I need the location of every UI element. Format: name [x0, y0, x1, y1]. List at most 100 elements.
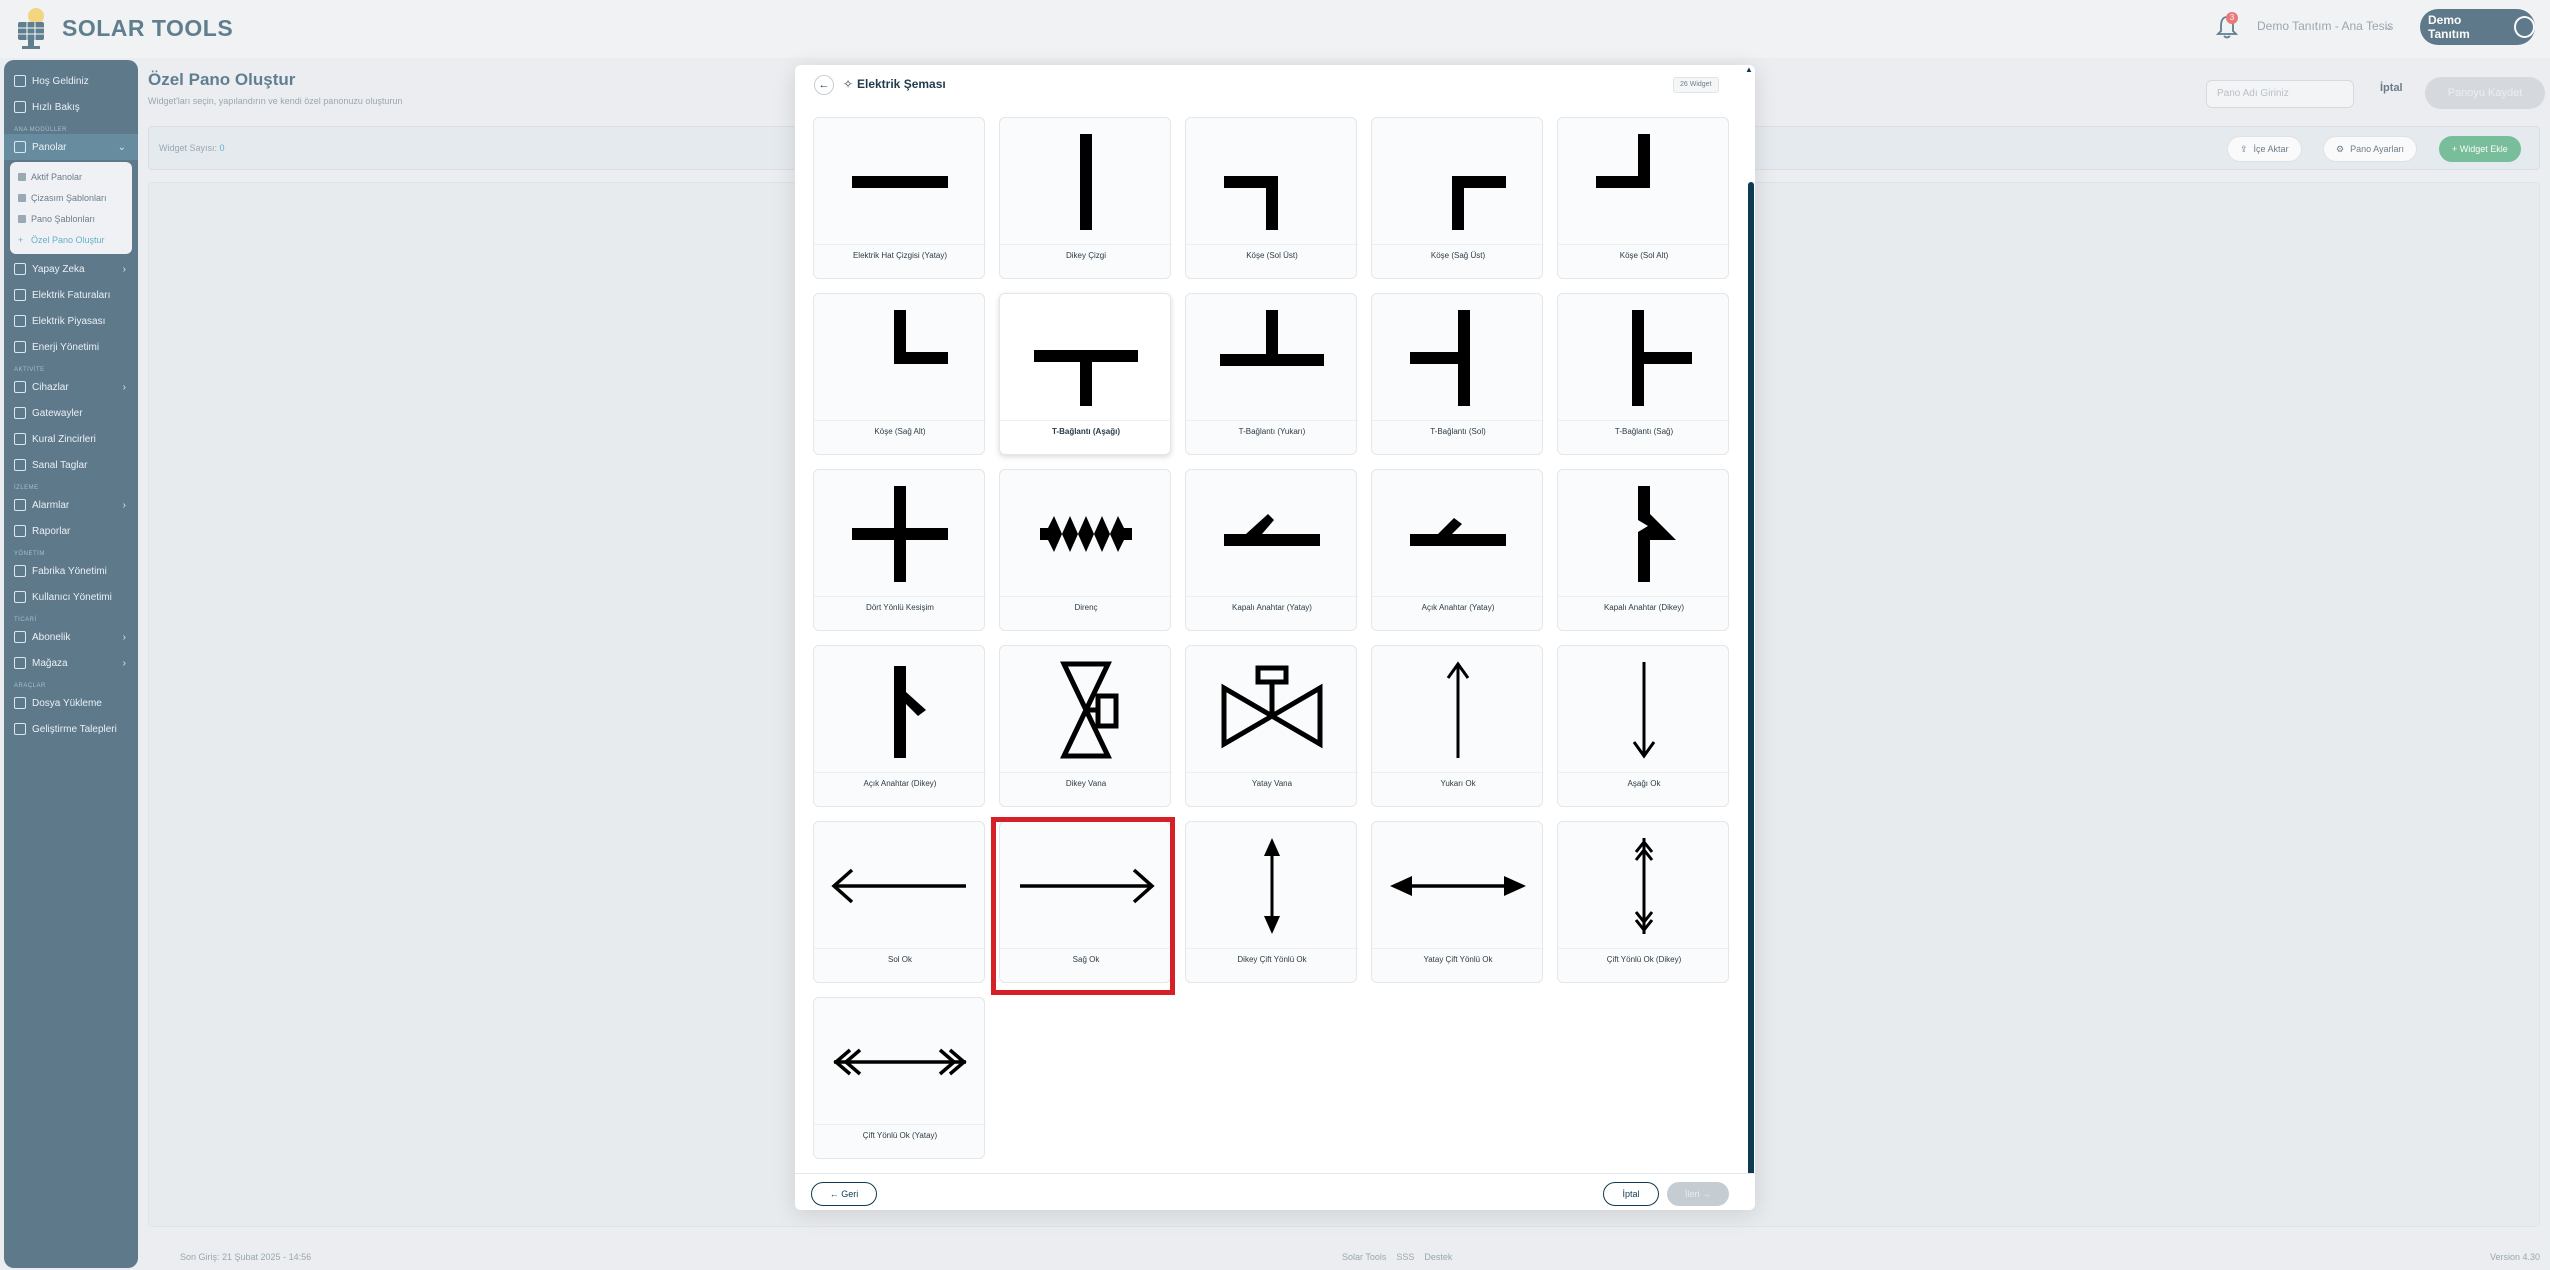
- widget-card-t-right[interactable]: T-Bağlantı (Sağ): [1557, 293, 1730, 455]
- widget-count-badge: 26 Widget: [1673, 77, 1719, 93]
- card-divider: [1000, 244, 1172, 245]
- card-divider: [814, 244, 986, 245]
- card-divider: [1000, 596, 1172, 597]
- card-divider: [1372, 772, 1544, 773]
- widget-card-corner-bottom-left[interactable]: Köşe (Sol Alt): [1557, 117, 1730, 279]
- widget-card-label: Köşe (Sağ Alt): [874, 427, 926, 436]
- widget-card-valve-h[interactable]: Yatay Vana: [1185, 645, 1358, 807]
- card-divider: [1372, 596, 1544, 597]
- valve-v-icon: [1060, 661, 1119, 759]
- scroll-up-icon[interactable]: ▲: [1745, 65, 1753, 74]
- card-divider: [1558, 420, 1730, 421]
- widget-card-arrow-both-v[interactable]: Dikey Çift Yönlü Ok: [1185, 821, 1358, 983]
- corner-bottom-left-icon: [1596, 134, 1650, 188]
- widget-card-switch-closed-v[interactable]: Kapalı Anahtar (Dikey): [1557, 469, 1730, 631]
- widget-card-resistor[interactable]: Direnç: [999, 469, 1172, 631]
- card-divider: [1186, 596, 1358, 597]
- arrow-both-h-icon: [1390, 876, 1526, 896]
- card-divider: [1186, 420, 1358, 421]
- widget-card-label: Dikey Çizgi: [1065, 251, 1106, 260]
- widget-card-switch-open-h[interactable]: Açık Anahtar (Yatay): [1371, 469, 1544, 631]
- widget-card-arrow-left[interactable]: Sol Ok: [813, 821, 986, 983]
- widget-card-switch-closed-h[interactable]: Kapalı Anahtar (Yatay): [1185, 469, 1358, 631]
- widget-card-label: Köşe (Sol Üst): [1246, 251, 1298, 260]
- card-divider: [814, 772, 986, 773]
- widget-card-label: Dört Yönlü Kesişim: [866, 603, 934, 612]
- widget-card-t-down[interactable]: T-Bağlantı (Aşağı): [999, 293, 1172, 455]
- widget-card-label: T-Bağlantı (Yukarı): [1238, 427, 1306, 436]
- widget-card-vertical-line[interactable]: Dikey Çizgi: [999, 117, 1172, 279]
- cross-icon: [852, 486, 948, 582]
- modal-footer: ← Geri İptal İleri →: [795, 1173, 1755, 1210]
- widget-card-arrow-down[interactable]: Aşağı Ok: [1557, 645, 1730, 807]
- widget-card-label: Aşağı Ok: [1627, 779, 1661, 788]
- switch-closed-v-icon: [1638, 486, 1676, 582]
- modal-back-icon[interactable]: ←: [814, 75, 834, 95]
- switch-open-h-icon: [1410, 518, 1506, 546]
- double-arrow-h-icon: [833, 1048, 967, 1076]
- widget-picker-modal: ← ✧ Elektrik Şeması 26 Widget Elektrik H…: [795, 65, 1755, 1210]
- modal-scrollbar[interactable]: [1748, 182, 1754, 1202]
- widget-card-arrow-both-h[interactable]: Yatay Çift Yönlü Ok: [1371, 821, 1544, 983]
- widget-card-label: Köşe (Sağ Üst): [1430, 251, 1486, 260]
- resistor-icon: [1040, 516, 1132, 552]
- widget-card-label: Yukarı Ok: [1440, 779, 1476, 788]
- widget-card-label: Açık Anahtar (Yatay): [1421, 603, 1495, 612]
- double-arrow-v-icon: [1634, 838, 1654, 934]
- card-divider: [1186, 772, 1358, 773]
- card-divider: [1000, 420, 1172, 421]
- arrow-left-icon: [831, 868, 966, 904]
- widget-card-label: Yatay Vana: [1251, 779, 1293, 788]
- widget-card-valve-v[interactable]: Dikey Vana: [999, 645, 1172, 807]
- card-divider: [814, 596, 986, 597]
- widget-card-horizontal-line[interactable]: Elektrik Hat Çizgisi (Yatay): [813, 117, 986, 279]
- corner-bottom-right-icon: [894, 310, 948, 364]
- widget-card-t-up[interactable]: T-Bağlantı (Yukarı): [1185, 293, 1358, 455]
- widget-card-label: Direnç: [1074, 603, 1098, 612]
- widget-card-label: Yatay Çift Yönlü Ok: [1423, 955, 1493, 964]
- card-divider: [814, 948, 986, 949]
- t-up-icon: [1220, 310, 1324, 366]
- card-divider: [1372, 948, 1544, 949]
- card-divider: [1000, 772, 1172, 773]
- modal-cancel-button[interactable]: İptal: [1603, 1182, 1659, 1206]
- card-divider: [814, 1124, 986, 1125]
- widget-card-corner-top-right[interactable]: Köşe (Sağ Üst): [1371, 117, 1544, 279]
- card-divider: [814, 420, 986, 421]
- t-down-icon: [1034, 350, 1138, 406]
- widget-card-label: Dikey Vana: [1065, 779, 1107, 788]
- back-button[interactable]: ← Geri: [811, 1182, 877, 1206]
- t-right-icon: [1632, 310, 1692, 406]
- card-divider: [1372, 420, 1544, 421]
- widget-card-corner-bottom-right[interactable]: Köşe (Sağ Alt): [813, 293, 986, 455]
- widget-card-label: Kapalı Anahtar (Yatay): [1232, 603, 1312, 612]
- widget-card-t-left[interactable]: T-Bağlantı (Sol): [1371, 293, 1544, 455]
- widget-card-label: Açık Anahtar (Dikey): [863, 779, 937, 788]
- switch-open-v-icon: [894, 666, 926, 758]
- modal-header: ← ✧ Elektrik Şeması 26 Widget: [795, 65, 1755, 105]
- widget-card-label: T-Bağlantı (Sol): [1430, 427, 1486, 436]
- widget-card-arrow-up[interactable]: Yukarı Ok: [1371, 645, 1544, 807]
- widget-card-label: T-Bağlantı (Sağ): [1614, 427, 1674, 436]
- widget-card-label: Köşe (Sol Alt): [1619, 251, 1669, 260]
- widget-card-label: Dikey Çift Yönlü Ok: [1237, 955, 1307, 964]
- vertical-line-icon: [1080, 134, 1092, 230]
- t-left-icon: [1410, 310, 1470, 406]
- widget-card-switch-open-v[interactable]: Açık Anahtar (Dikey): [813, 645, 986, 807]
- widget-card-label: Sol Ok: [887, 955, 912, 964]
- card-divider: [1558, 244, 1730, 245]
- card-divider: [1558, 772, 1730, 773]
- card-divider: [1558, 948, 1730, 949]
- next-button[interactable]: İleri →: [1667, 1182, 1729, 1206]
- arrow-both-v-icon: [1264, 838, 1280, 934]
- modal-title: Elektrik Şeması: [857, 77, 946, 91]
- widget-card-cross[interactable]: Dört Yönlü Kesişim: [813, 469, 986, 631]
- widget-card-label: Çift Yönlü Ok (Dikey): [1606, 955, 1682, 964]
- valve-h-icon: [1221, 665, 1323, 749]
- widget-card-corner-top-left[interactable]: Köşe (Sol Üst): [1185, 117, 1358, 279]
- horizontal-line-icon: [852, 176, 948, 188]
- widget-card-double-arrow-v[interactable]: Çift Yönlü Ok (Dikey): [1557, 821, 1730, 983]
- widget-card-double-arrow-h[interactable]: Çift Yönlü Ok (Yatay): [813, 997, 986, 1159]
- arrow-up-icon: [1446, 661, 1470, 758]
- arrow-down-icon: [1632, 662, 1656, 759]
